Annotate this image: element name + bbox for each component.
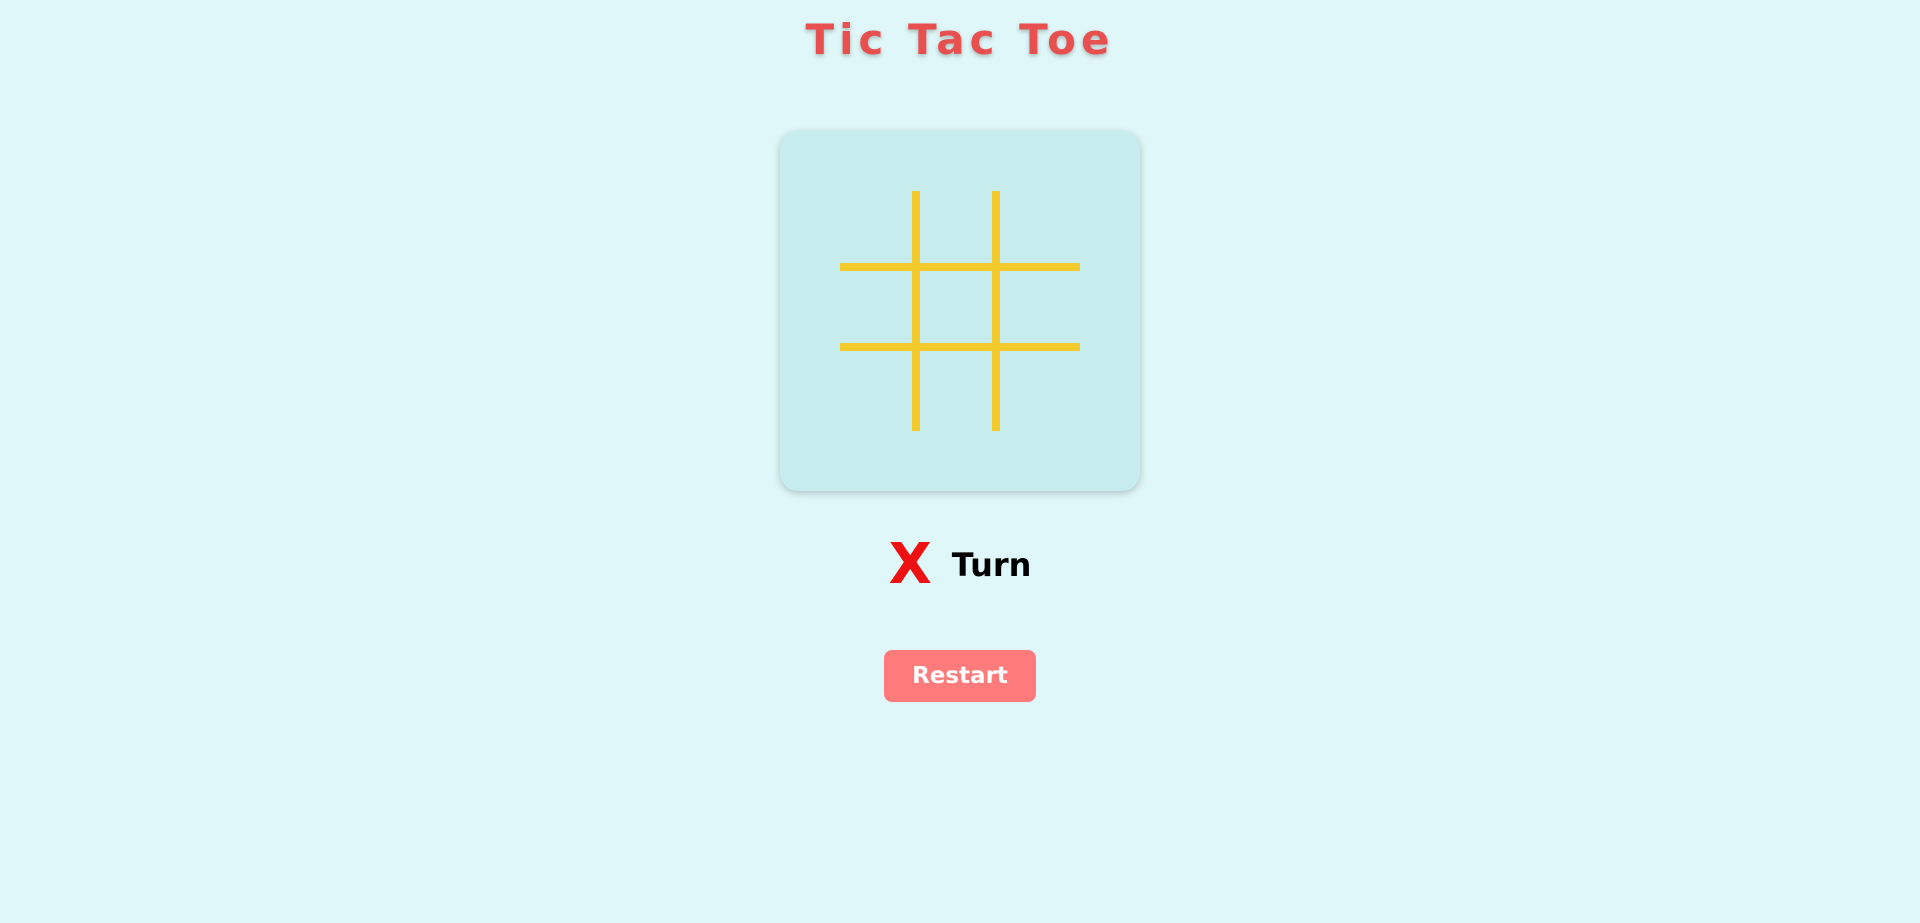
grid-line-horizontal-1 bbox=[840, 263, 1080, 271]
board-cell-2[interactable] bbox=[920, 191, 1000, 271]
grid-line-vertical-2 bbox=[992, 191, 1000, 431]
turn-label: Turn bbox=[951, 546, 1032, 584]
board-cell-8[interactable] bbox=[920, 351, 1000, 431]
grid-line-horizontal-2 bbox=[840, 343, 1080, 351]
board-cell-4[interactable] bbox=[840, 271, 920, 351]
board-cell-9[interactable] bbox=[1000, 351, 1080, 431]
board-cell-7[interactable] bbox=[840, 351, 920, 431]
page-title: Tic Tac Toe bbox=[805, 15, 1115, 64]
board-cell-1[interactable] bbox=[840, 191, 920, 271]
board-cell-6[interactable] bbox=[1000, 271, 1080, 351]
game-page: Tic Tac Toe X Turn Restart bbox=[0, 0, 1920, 923]
turn-indicator: X Turn bbox=[0, 535, 1920, 595]
game-board bbox=[840, 191, 1080, 431]
board-cell-3[interactable] bbox=[1000, 191, 1080, 271]
restart-button[interactable]: Restart bbox=[884, 650, 1036, 702]
board-cell-5[interactable] bbox=[920, 271, 1000, 351]
board-card bbox=[780, 131, 1140, 491]
current-player-symbol: X bbox=[888, 532, 932, 597]
grid-line-vertical-1 bbox=[912, 191, 920, 431]
